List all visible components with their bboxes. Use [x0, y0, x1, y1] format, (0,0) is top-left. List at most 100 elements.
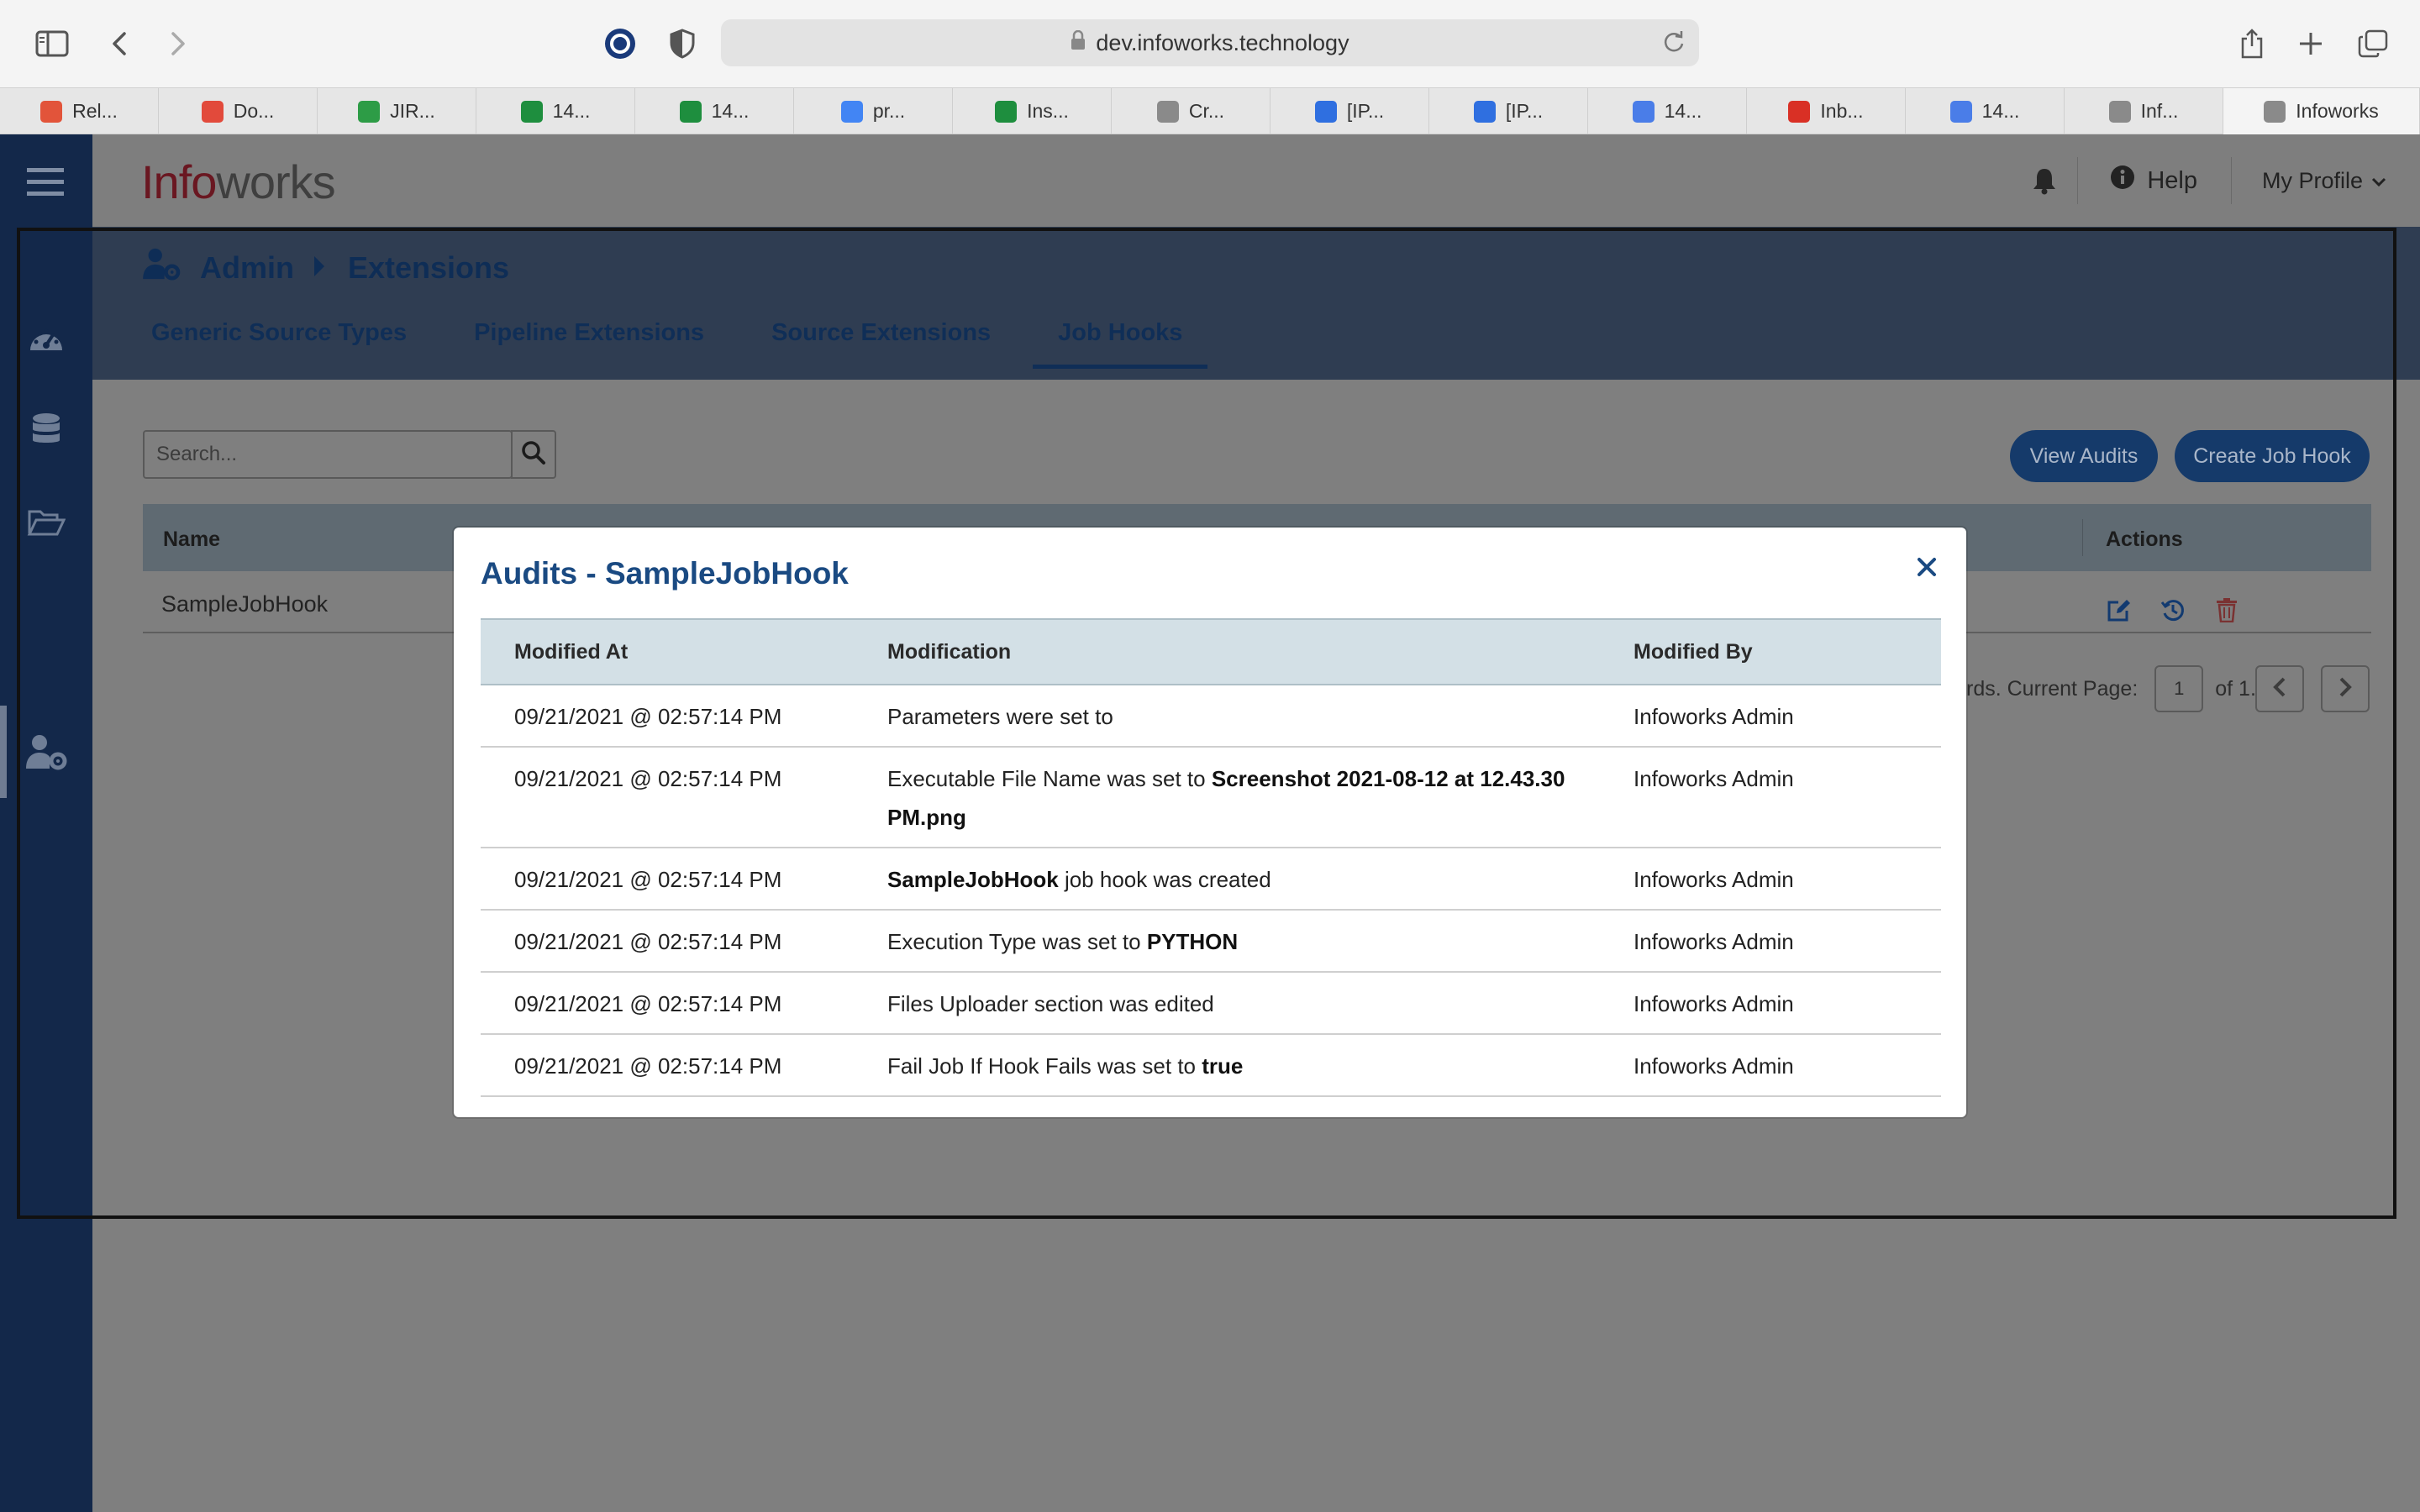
browser-tab[interactable]: Infoworks — [2223, 88, 2420, 134]
browser-tab[interactable]: Inf... — [2065, 88, 2223, 134]
modification-pre-text: Fail Job If Hook Fails was set to — [887, 1053, 1202, 1079]
new-tab-icon[interactable] — [2289, 22, 2333, 66]
column-actions-header: Actions — [2106, 528, 2183, 551]
browser-tab[interactable]: Rel... — [0, 88, 159, 134]
modification-pre-text: Executable File Name was set to — [887, 766, 1212, 791]
search-input[interactable] — [145, 432, 511, 477]
modification-cell: Parameters were set to — [854, 685, 1600, 748]
privacy-shield-icon[interactable] — [660, 22, 704, 66]
browser-tab[interactable]: 14... — [1906, 88, 2065, 134]
browser-tab[interactable]: Do... — [159, 88, 318, 134]
browser-tab-label: Rel... — [72, 100, 118, 122]
modified-at-cell: 09/21/2021 @ 02:57:14 PM — [481, 910, 854, 973]
modified-at-cell: 09/21/2021 @ 02:57:14 PM — [481, 685, 854, 748]
modified-by-cell: Infoworks Admin — [1600, 747, 1941, 848]
tab-pipeline-extensions[interactable]: Pipeline Extensions — [449, 319, 729, 365]
infoworks-logo[interactable]: Infoworks — [141, 155, 336, 209]
create-job-hook-button[interactable]: Create Job Hook — [2175, 430, 2370, 482]
tab-source-extensions[interactable]: Source Extensions — [746, 319, 1016, 365]
browser-tab[interactable]: pr... — [794, 88, 953, 134]
google-favicon-icon — [840, 100, 863, 123]
browser-tab[interactable]: [IP... — [1429, 88, 1588, 134]
tab-job-hooks[interactable]: Job Hooks — [1033, 319, 1208, 369]
current-page-input[interactable]: 1 — [2154, 665, 2204, 712]
browser-tab[interactable]: [IP... — [1270, 88, 1429, 134]
forward-icon[interactable] — [156, 22, 200, 66]
modified-by-cell: Infoworks Admin — [1600, 910, 1941, 973]
jira-favicon-icon — [1473, 100, 1496, 123]
docs-favicon-icon — [201, 100, 224, 123]
reload-icon[interactable] — [1662, 29, 1686, 60]
infoworks-favicon-icon — [1156, 100, 1179, 123]
folder-open-icon[interactable] — [24, 501, 69, 546]
address-bar[interactable]: dev.infoworks.technology — [721, 19, 1699, 66]
browser-tab-strip: Rel... Do... JIR... 14... 14... pr... Ins... Cr… — [0, 87, 2420, 134]
pagination-info: rds. Current Page: 1 of 1. — [1966, 665, 2256, 712]
hamburger-menu-icon[interactable] — [25, 165, 66, 202]
search-button[interactable] — [511, 430, 556, 479]
modal-title: Audits - SampleJobHook — [481, 556, 849, 591]
help-link[interactable]: Help — [2078, 165, 2231, 197]
database-icon[interactable] — [24, 408, 69, 454]
caret-right-icon — [313, 250, 326, 286]
sheets-favicon-icon — [679, 100, 702, 123]
browser-tab[interactable]: 14... — [635, 88, 794, 134]
back-icon[interactable] — [97, 22, 141, 66]
browser-tab-label: Do... — [233, 100, 275, 122]
info-circle-icon — [2110, 165, 2135, 197]
sheets-favicon-icon — [995, 100, 1018, 123]
column-modified-by: Modified By — [1600, 618, 1941, 685]
browser-tab-label: [IP... — [1346, 100, 1385, 122]
tab-overview-icon[interactable] — [2351, 22, 2395, 66]
browser-tab[interactable]: Ins... — [953, 88, 1112, 134]
search-icon — [521, 440, 546, 470]
job-hook-name[interactable]: SampleJobHook — [161, 591, 328, 617]
browser-tab-label: 14... — [711, 100, 750, 122]
onepassword-extension-icon[interactable] — [598, 22, 642, 66]
column-name-header: Name — [163, 528, 221, 551]
tab-generic-source-types[interactable]: Generic Source Types — [126, 319, 432, 365]
edit-icon[interactable] — [2106, 596, 2133, 623]
profile-label: My Profile — [2261, 167, 2363, 193]
search-box — [143, 430, 513, 479]
side-navigation — [0, 134, 92, 1512]
breadcrumb-admin[interactable]: Admin — [200, 250, 294, 286]
modification-bold-text: PYTHON — [1146, 929, 1239, 954]
browser-tab-label: Cr... — [1188, 100, 1225, 122]
spiral-favicon-icon — [40, 100, 63, 123]
table-row: 09/21/2021 @ 02:57:14 PM Files Uploader s… — [481, 972, 1941, 1035]
next-page-button[interactable] — [2321, 665, 2370, 712]
admin-user-gear-icon[interactable] — [24, 729, 69, 774]
table-row: 09/21/2021 @ 02:57:14 PM SampleJobHook jo… — [481, 848, 1941, 911]
history-icon[interactable] — [2160, 596, 2186, 623]
view-audits-button[interactable]: View Audits — [2010, 430, 2158, 482]
browser-tab[interactable]: Inb... — [1747, 88, 1906, 134]
infoworks-favicon-icon — [2264, 100, 2286, 123]
previous-page-button[interactable] — [2255, 665, 2304, 712]
drive-favicon-icon — [358, 100, 381, 123]
my-profile-dropdown[interactable]: My Profile — [2232, 168, 2420, 194]
modification-pre-text: Files Uploader section was edited — [887, 991, 1214, 1016]
modified-by-cell: Infoworks Admin — [1600, 1034, 1941, 1097]
lock-icon — [1071, 29, 1086, 56]
browser-tab-label: Ins... — [1027, 100, 1069, 122]
infoworks-favicon-icon — [2108, 100, 2131, 123]
docs-favicon-icon — [1632, 100, 1655, 123]
close-icon[interactable] — [1912, 553, 1941, 581]
sidebar-toggle-icon[interactable] — [30, 22, 74, 66]
modification-post-text: job hook was created — [1058, 867, 1271, 892]
browser-toolbar: dev.infoworks.technology — [0, 0, 2420, 87]
gmail-favicon-icon — [1788, 100, 1811, 123]
audits-table: Modified At Modification Modified By 09/… — [481, 618, 1941, 1097]
browser-tab[interactable]: 14... — [1588, 88, 1747, 134]
dashboard-gauge-icon[interactable] — [24, 316, 69, 361]
browser-tab[interactable]: 14... — [476, 88, 635, 134]
share-icon[interactable] — [2230, 22, 2274, 66]
browser-tab-label: 14... — [552, 100, 591, 122]
pagination-prefix: rds. Current Page: — [1966, 676, 2139, 701]
browser-tab[interactable]: JIR... — [318, 88, 476, 134]
delete-trash-icon[interactable] — [2213, 596, 2240, 623]
notifications-bell-icon[interactable] — [2012, 166, 2077, 195]
modification-cell: Fail Job If Hook Fails was set to true — [854, 1034, 1600, 1097]
browser-tab[interactable]: Cr... — [1112, 88, 1270, 134]
